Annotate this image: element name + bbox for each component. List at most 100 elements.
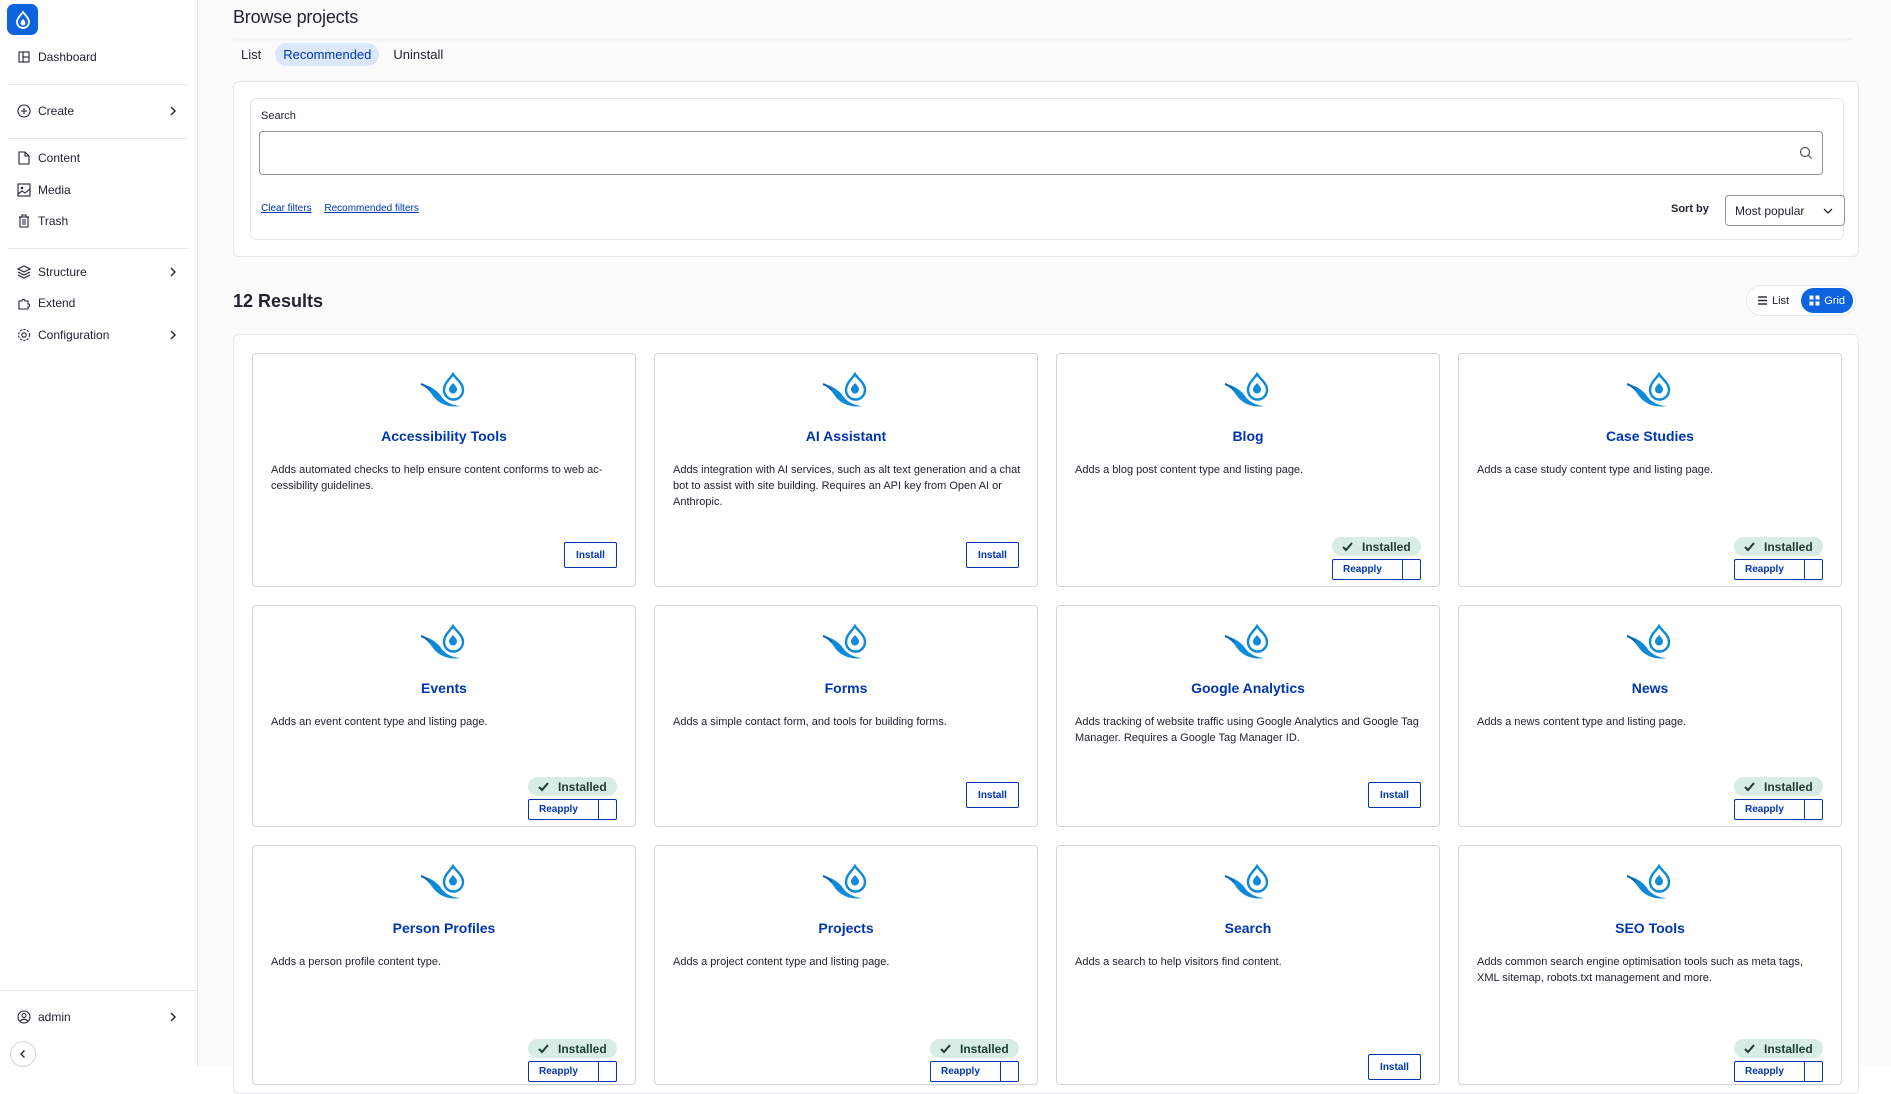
project-description: Adds a person profile content type. (271, 956, 441, 968)
checkmark-icon (1743, 540, 1756, 553)
install-button[interactable]: Install (1368, 1054, 1421, 1080)
document-icon (16, 150, 32, 166)
reapply-button[interactable]: Reapply (528, 1061, 617, 1082)
reapply-button[interactable]: Reapply (1734, 1061, 1823, 1082)
view-grid-button[interactable]: Grid (1801, 288, 1853, 313)
reapply-dropdown-toggle[interactable] (1403, 560, 1420, 579)
install-button[interactable]: Install (564, 542, 617, 568)
search-input[interactable] (259, 131, 1823, 175)
reapply-button[interactable]: Reapply (528, 799, 617, 820)
sidebar-item-trash[interactable]: Trash (8, 209, 188, 233)
reapply-dropdown-toggle[interactable] (1805, 560, 1822, 579)
reapply-dropdown-toggle[interactable] (1805, 800, 1822, 819)
reapply-button[interactable]: Reapply (1734, 559, 1823, 580)
view-list-button[interactable]: List (1749, 288, 1797, 313)
sidebar-item-dashboard[interactable]: Dashboard (8, 45, 188, 69)
project-card: Accessibility Tools Adds automated checks… (252, 353, 636, 587)
sidebar-item-label: Create (38, 104, 75, 118)
drupal-logo[interactable] (7, 4, 38, 35)
recipe-rocket-icon (419, 371, 471, 412)
reapply-label: Reapply (931, 1062, 1001, 1081)
installed-badge: Installed (1734, 777, 1823, 796)
project-title[interactable]: Forms (655, 680, 1037, 696)
reapply-label: Reapply (1735, 560, 1805, 579)
grid-icon (1809, 295, 1820, 306)
install-button[interactable]: Install (966, 782, 1019, 808)
chevron-right-icon (170, 330, 176, 340)
recommended-filters-link[interactable]: Recommended filters (324, 203, 418, 214)
layers-icon (16, 264, 32, 280)
project-description: Adds a simple contact form, and tools fo… (673, 716, 947, 728)
sort-select-value: Most popular (1735, 203, 1805, 218)
installed-badge: Installed (1734, 1039, 1823, 1058)
sidebar-item-media[interactable]: Media (8, 178, 188, 202)
user-circle-icon (16, 1009, 32, 1025)
chevron-right-icon (170, 106, 176, 116)
project-title[interactable]: Google Analytics (1057, 680, 1439, 696)
reapply-dropdown-toggle[interactable] (599, 800, 616, 819)
clear-filters-link[interactable]: Clear filters (261, 203, 312, 214)
reapply-button[interactable]: Reapply (1332, 559, 1421, 580)
reapply-button[interactable]: Reapply (930, 1061, 1019, 1082)
project-description: Adds tracking of website traffic using G… (1075, 716, 1419, 744)
project-title[interactable]: Search (1057, 920, 1439, 936)
sidebar: Dashboard Create Content Media Trash Str… (0, 0, 198, 1067)
recipe-rocket-icon (1223, 371, 1275, 412)
sidebar-item-label: Extend (38, 296, 76, 310)
page-title: Browse projects (233, 7, 359, 27)
sidebar-item-extend[interactable]: Extend (8, 291, 188, 315)
project-title[interactable]: AI Assistant (655, 428, 1037, 444)
installed-label: Installed (960, 1041, 1009, 1056)
collapse-sidebar-button[interactable] (10, 1041, 36, 1067)
sidebar-item-label: Structure (38, 265, 87, 279)
project-card: Search Adds a search to help visitors fin… (1056, 845, 1440, 1085)
tab-uninstall[interactable]: Uninstall (385, 43, 451, 66)
search-icon[interactable] (1798, 145, 1814, 161)
recipe-rocket-icon (821, 623, 873, 664)
recipe-rocket-icon (419, 623, 471, 664)
project-title[interactable]: Projects (655, 920, 1037, 936)
sort-select[interactable]: Most popular (1725, 195, 1845, 226)
reapply-button[interactable]: Reapply (1734, 799, 1823, 820)
recipe-rocket-icon (821, 863, 873, 904)
project-title[interactable]: Case Studies (1459, 428, 1841, 444)
reapply-label: Reapply (1735, 800, 1805, 819)
installed-label: Installed (558, 779, 607, 794)
chevron-right-icon (170, 1012, 176, 1022)
reapply-dropdown-toggle[interactable] (1001, 1062, 1018, 1081)
sidebar-item-label: Trash (38, 214, 69, 228)
filter-panel: Search Clear filters Recommended filters… (233, 81, 1859, 257)
view-list-label: List (1772, 294, 1790, 307)
tab-list[interactable]: List (233, 43, 269, 66)
project-title[interactable]: Person Profiles (253, 920, 635, 936)
sidebar-item-label: admin (38, 1010, 71, 1024)
recipe-rocket-icon (1625, 623, 1677, 664)
sidebar-item-user[interactable]: admin (8, 1005, 188, 1029)
install-button[interactable]: Install (966, 542, 1019, 568)
project-title[interactable]: Blog (1057, 428, 1439, 444)
reapply-dropdown-toggle[interactable] (1805, 1062, 1822, 1081)
view-grid-label: Grid (1824, 294, 1845, 307)
reapply-dropdown-toggle[interactable] (599, 1062, 616, 1081)
project-card: Google Analytics Adds tracking of website… (1056, 605, 1440, 827)
search-label: Search (261, 110, 296, 122)
sidebar-item-content[interactable]: Content (8, 146, 188, 170)
project-card: Case Studies Adds a case study content ty… (1458, 353, 1842, 587)
sort-label: Sort by (1671, 203, 1709, 215)
project-title[interactable]: Events (253, 680, 635, 696)
tabs: List Recommended Uninstall (233, 43, 451, 66)
header-shadow (233, 38, 1853, 42)
tab-recommended[interactable]: Recommended (275, 43, 380, 66)
sidebar-item-create[interactable]: Create (8, 99, 188, 123)
plus-circle-icon (16, 103, 32, 119)
sidebar-item-label: Content (38, 151, 81, 165)
sidebar-item-configuration[interactable]: Configuration (8, 323, 188, 347)
project-title[interactable]: SEO Tools (1459, 920, 1841, 936)
recipe-rocket-icon (1223, 863, 1275, 904)
install-button[interactable]: Install (1368, 782, 1421, 808)
sidebar-item-structure[interactable]: Structure (8, 260, 188, 284)
project-title[interactable]: News (1459, 680, 1841, 696)
project-title[interactable]: Accessibility Tools (253, 428, 635, 444)
installed-label: Installed (558, 1041, 607, 1056)
chevron-left-icon (20, 1050, 25, 1058)
